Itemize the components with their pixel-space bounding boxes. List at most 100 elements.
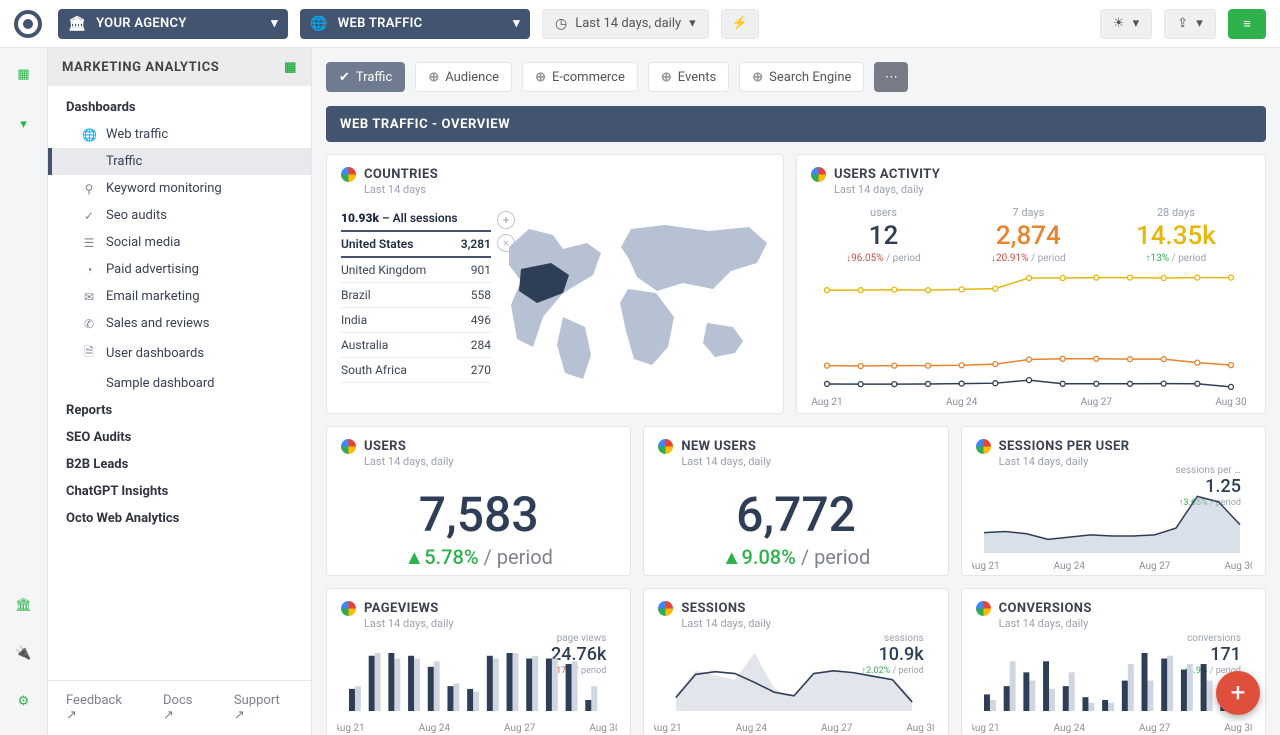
context-switcher[interactable]: 🌐 WEB TRAFFIC ▾: [300, 9, 530, 39]
chart-pageviews: Aug 21Aug 24Aug 27Aug 30: [337, 647, 617, 733]
sidebar-link-seo-audits[interactable]: SEO Audits: [48, 424, 311, 451]
svg-text:Aug 21: Aug 21: [972, 561, 1000, 571]
theme-button[interactable]: ☀▾: [1100, 9, 1152, 39]
rail-dashboards[interactable]: ▦: [10, 60, 38, 88]
globe-icon: 🌐: [310, 16, 328, 32]
table-row[interactable]: Australia284: [341, 333, 491, 358]
tab-more[interactable]: ⋯: [874, 62, 908, 92]
google-icon: [341, 167, 356, 182]
clock-icon: ◷: [555, 16, 567, 32]
rail-settings[interactable]: ⚙: [10, 687, 38, 715]
tab-e-commerce[interactable]: ⊕E-commerce: [522, 62, 638, 92]
chart-conversions: Aug 21Aug 24Aug 27Aug 30: [972, 647, 1252, 733]
card-subtitle: Last 14 days, daily: [364, 455, 616, 468]
nav-item-label: Seo audits: [106, 208, 167, 223]
chart-spu: Aug 21Aug 24Aug 27Aug 30: [972, 481, 1252, 571]
table-row[interactable]: Brazil558: [341, 283, 491, 308]
agency-switcher[interactable]: 🏛 YOUR AGENCY ▾: [58, 9, 288, 39]
sidebar: MARKETING ANALYTICS ▦ Dashboards 🌐Web tr…: [48, 48, 312, 735]
svg-text:Aug 24: Aug 24: [736, 723, 768, 733]
tab-audience[interactable]: ⊕Audience: [415, 62, 512, 92]
rail-expand[interactable]: ▾: [10, 110, 38, 138]
tab-label: Search Engine: [769, 70, 851, 85]
topbar: 🏛 YOUR AGENCY ▾ 🌐 WEB TRAFFIC ▾ ◷ Last 1…: [0, 0, 1280, 48]
footer-support[interactable]: Support ↗: [234, 693, 293, 723]
svg-text:Aug 21: Aug 21: [337, 723, 365, 733]
activity-col: 7 days2,874↓20.91% / period: [991, 206, 1066, 264]
sidebar-item-social-media[interactable]: ☰Social media: [48, 229, 311, 256]
tab-search-engine[interactable]: ⊕ Search Engine: [739, 62, 864, 92]
card-title: SESSIONS PER USER: [999, 439, 1130, 454]
table-row[interactable]: United States3,281: [341, 232, 491, 258]
hamburger-button[interactable]: ≡: [1228, 9, 1266, 39]
svg-text:Aug 27: Aug 27: [821, 723, 853, 733]
card-new-users: NEW USERS Last 14 days, daily 6,772 ▲9.0…: [643, 426, 948, 576]
chart-users-activity: Aug 21Aug 24Aug 27Aug 30: [809, 257, 1249, 407]
sun-icon: ☀: [1113, 16, 1125, 31]
card-sessions-per-user: SESSIONS PER USER Last 14 days, daily se…: [961, 426, 1266, 576]
sidebar-item-email-marketing[interactable]: ✉Email marketing: [48, 283, 311, 310]
sidebar-item-seo-audits[interactable]: ✓Seo audits: [48, 202, 311, 229]
sidebar-item-web-traffic[interactable]: 🌐Web traffic: [48, 121, 311, 148]
tab-row: ✔Traffic⊕Audience⊕E-commerce⊕Events⊕Sear…: [326, 62, 1266, 92]
chevron-down-icon: ▾: [513, 16, 520, 31]
sidebar-item-sample-dashboard[interactable]: Sample dashboard: [48, 370, 311, 397]
tab-events[interactable]: ⊕Events: [648, 62, 729, 92]
svg-text:Aug 24: Aug 24: [419, 723, 451, 733]
card-users: USERS Last 14 days, daily 7,583 ▲5.78% /…: [326, 426, 631, 576]
card-subtitle: Last 14 days: [364, 183, 769, 196]
chevron-down-icon: ▾: [1196, 16, 1203, 31]
nav-item-icon: ⚲: [82, 182, 96, 196]
sidebar-item-traffic[interactable]: Traffic: [48, 148, 311, 175]
fab-add[interactable]: +: [1216, 671, 1260, 715]
svg-text:Aug 24: Aug 24: [946, 397, 978, 407]
card-title: NEW USERS: [681, 439, 756, 454]
svg-text:Aug 24: Aug 24: [1053, 561, 1085, 571]
sidebar-link-chatgpt-insights[interactable]: ChatGPT Insights: [48, 478, 311, 505]
main: ✔Traffic⊕Audience⊕E-commerce⊕Events⊕Sear…: [312, 48, 1280, 735]
chevron-down-icon: ▾: [1133, 16, 1140, 31]
metric-value: 7,583: [341, 486, 616, 543]
plus-icon: ⊕: [752, 70, 763, 85]
rail-org[interactable]: 🏛: [10, 591, 38, 619]
nav-item-label: Traffic: [106, 154, 142, 169]
sidebar-item-keyword-monitoring[interactable]: ⚲Keyword monitoring: [48, 175, 311, 202]
sidebar-link-octo-web-analytics[interactable]: Octo Web Analytics: [48, 505, 311, 532]
sidebar-item-user-dashboards[interactable]: 🗎User dashboards: [48, 337, 311, 370]
sidebar-link-reports[interactable]: Reports: [48, 397, 311, 424]
svg-text:Aug 27: Aug 27: [1139, 561, 1171, 571]
agency-label: YOUR AGENCY: [96, 16, 187, 31]
table-row[interactable]: United Kingdom901: [341, 258, 491, 283]
nav-item-icon: 🗎: [82, 343, 96, 364]
google-icon: [658, 439, 673, 454]
apps-grid-icon[interactable]: ▦: [284, 60, 297, 75]
svg-text:Aug 30: Aug 30: [907, 723, 935, 733]
context-label: WEB TRAFFIC: [338, 16, 423, 31]
world-map: [493, 207, 773, 387]
rail-connect[interactable]: 🔌: [10, 639, 38, 667]
footer-feedback[interactable]: Feedback ↗: [66, 693, 135, 723]
svg-text:Aug 21: Aug 21: [654, 723, 682, 733]
plug-button[interactable]: ⚡: [721, 9, 759, 39]
sidebar-footer: Feedback ↗ Docs ↗ Support ↗: [48, 680, 311, 735]
sidebar-item-sales-and-reviews[interactable]: ✆Sales and reviews: [48, 310, 311, 337]
nav-item-label: Web traffic: [106, 127, 168, 142]
table-row[interactable]: India496: [341, 308, 491, 333]
tab-traffic[interactable]: ✔Traffic: [326, 62, 405, 92]
chevron-down-icon: ▾: [689, 16, 696, 31]
card-sessions: SESSIONS Last 14 days, daily sessions10.…: [643, 588, 948, 735]
sidebar-link-b2b-leads[interactable]: B2B Leads: [48, 451, 311, 478]
card-title: USERS: [364, 439, 406, 454]
table-row[interactable]: South Africa270: [341, 358, 491, 383]
nav-item-label: Sales and reviews: [106, 316, 210, 331]
footer-docs[interactable]: Docs ↗: [163, 693, 206, 723]
nav-item-icon: ◔: [82, 263, 96, 277]
date-range-picker[interactable]: ◷ Last 14 days, daily ▾: [542, 9, 709, 39]
share-button[interactable]: ⇪▾: [1164, 9, 1216, 39]
plus-icon: ⊕: [661, 70, 672, 85]
card-subtitle: Last 14 days, daily: [834, 183, 1251, 196]
sidebar-item-paid-advertising[interactable]: ◔Paid advertising: [48, 256, 311, 283]
card-title: CONVERSIONS: [999, 601, 1092, 616]
plug-icon: ⚡: [732, 16, 748, 31]
card-title: SESSIONS: [681, 601, 745, 616]
